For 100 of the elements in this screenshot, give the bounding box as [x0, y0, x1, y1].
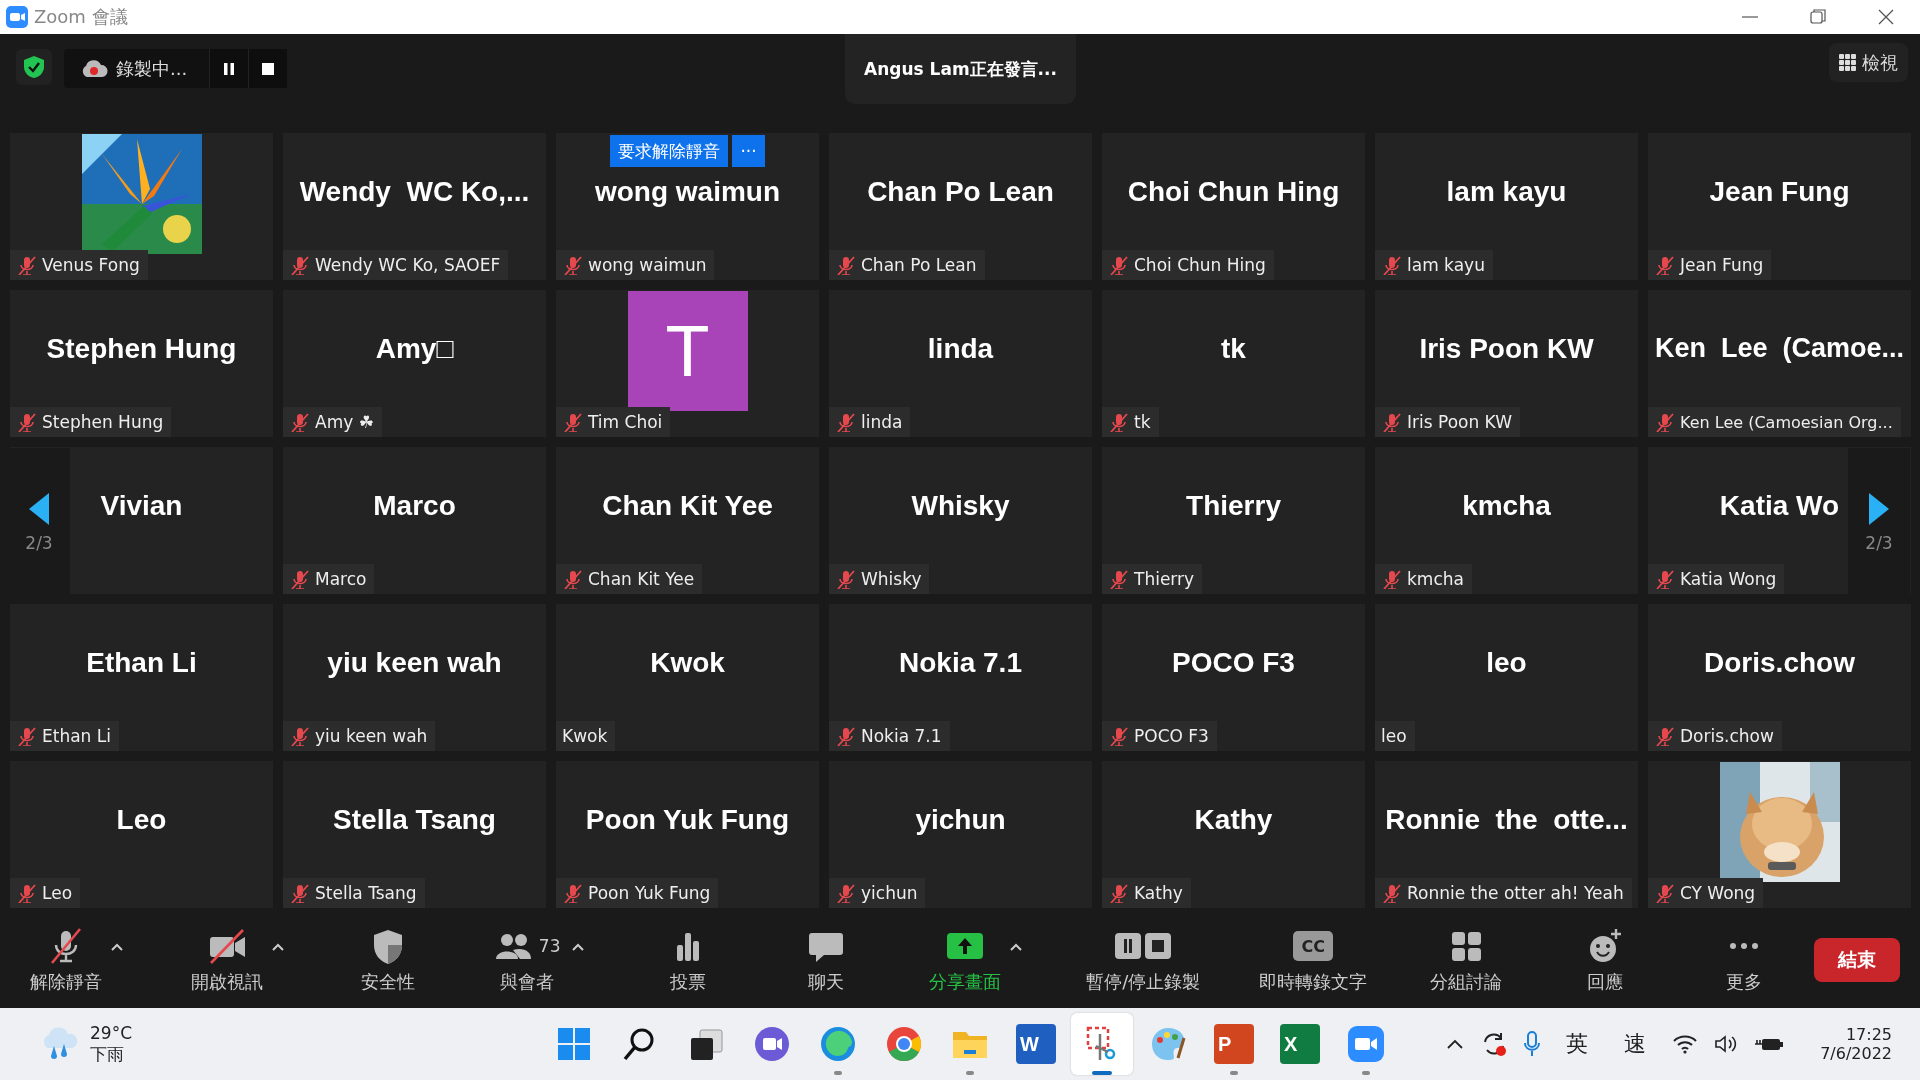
name-label: Kathy: [1102, 878, 1191, 908]
participant-name: Leo: [116, 803, 167, 836]
participant-name: Chan Kit Yee: [602, 489, 773, 522]
name-label: Leo: [10, 878, 81, 908]
toolbar-button[interactable]: 分享畫面: [915, 926, 1016, 994]
stop-button[interactable]: [248, 49, 288, 88]
taskbar-app[interactable]: P: [1203, 1013, 1265, 1075]
taskbar-app[interactable]: W: [1005, 1013, 1067, 1075]
video-camera-icon: [1346, 1024, 1386, 1064]
more-icon: [1728, 942, 1759, 950]
toolbar-button[interactable]: 更多: [1693, 926, 1794, 994]
participant-name: Ronnie the otte...: [1385, 803, 1628, 836]
participant-name: kmcha: [1462, 489, 1551, 522]
input-language[interactable]: 英: [1566, 1029, 1589, 1059]
name-label: Chan Kit Yee: [556, 564, 703, 594]
input-mode[interactable]: 速: [1624, 1029, 1647, 1059]
view-button[interactable]: 檢視: [1829, 43, 1908, 82]
participant-name: tk: [1221, 332, 1246, 365]
name-label: Ethan Li: [10, 721, 119, 751]
stop-icon: [262, 62, 275, 75]
participant-name: Amy□: [375, 332, 454, 365]
clock-time[interactable]: 17:25: [1845, 1025, 1892, 1044]
avatar: T: [627, 291, 748, 411]
name-label: Whisky: [829, 564, 930, 594]
shield-check-icon: [23, 55, 45, 79]
name-label: Chan Po Lean: [829, 250, 985, 280]
name-label: Poon Yuk Fung: [556, 878, 719, 908]
participant-name: yichun: [915, 803, 1006, 836]
window-title: Zoom 會議: [34, 5, 128, 29]
participant-name: Wendy WC Ko,...: [299, 175, 530, 208]
name-label: tk: [1102, 407, 1159, 437]
wifi-icon[interactable]: [1672, 1034, 1699, 1054]
previous-page-icon[interactable]: [27, 490, 51, 527]
name-label: Amy ☘: [283, 407, 382, 437]
participant-name: Ethan Li: [86, 646, 197, 679]
toolbar-button[interactable]: 開啟視訊: [176, 926, 277, 994]
next-page-icon[interactable]: [1867, 490, 1891, 527]
name-label: leo: [1375, 721, 1415, 751]
participant-name: POCO F3: [1172, 646, 1295, 679]
name-label: Kwok: [556, 721, 616, 751]
name-label: Choi Chun Hing: [1102, 250, 1274, 280]
participant-name: Chan Po Lean: [867, 175, 1054, 208]
captions-icon: CC: [1293, 931, 1334, 961]
toolbar-button[interactable]: 投票: [637, 926, 738, 994]
more-button[interactable]: ···: [732, 135, 765, 167]
participant-name: Stephen Hung: [46, 332, 237, 365]
participant-name: Nokia 7.1: [899, 646, 1022, 679]
volume-icon[interactable]: [1714, 1034, 1739, 1054]
name-label: kmcha: [1375, 564, 1472, 594]
temperature: 29°C: [90, 1022, 132, 1043]
speaker-banner: Angus Lam正在發言...: [845, 34, 1076, 104]
recording-status: 錄製中...: [116, 56, 188, 81]
name-label: yiu keen wah: [283, 721, 436, 751]
security-badge[interactable]: [16, 49, 52, 85]
toolbar-button[interactable]: 暫停/停止錄製: [1076, 926, 1211, 994]
name-label: Doris.chow: [1648, 721, 1782, 751]
toolbar-button[interactable]: 73 與會者: [476, 926, 577, 994]
name-label: Stephen Hung: [10, 407, 172, 437]
name-label: Jean Fung: [1648, 250, 1772, 280]
video-chat-icon: [752, 1024, 792, 1064]
participant-name: Stella Tsang: [333, 803, 496, 836]
caret-icon[interactable]: [1446, 1038, 1465, 1050]
taskbar-app[interactable]: X: [1269, 1013, 1331, 1075]
participant-name: Marco: [373, 489, 456, 522]
participant-name: linda: [927, 332, 994, 365]
pause-icon: [223, 62, 236, 75]
participant-name: Katia Wo: [1719, 489, 1840, 522]
name-label: Stella Tsang: [283, 878, 425, 908]
document-icon: W: [1016, 1024, 1056, 1064]
participant-name: Kwok: [650, 646, 725, 679]
participant-name: yiu keen wah: [327, 646, 502, 679]
toolbar-button[interactable]: 聊天: [776, 926, 877, 994]
name-label: Ronnie the otter ah! Yeah: [1375, 878, 1632, 908]
participant-name: lam kayu: [1446, 175, 1567, 208]
toolbar-button[interactable]: 回應: [1555, 926, 1655, 994]
toolbar-button[interactable]: 分組討論: [1416, 926, 1517, 994]
toolbar-button[interactable]: CC 即時轉錄文字: [1249, 926, 1378, 994]
name-label: yichun: [829, 878, 926, 908]
participant-name: Thierry: [1186, 489, 1281, 522]
page-indicator: 2/3: [25, 532, 53, 553]
participant-name: Whisky: [911, 489, 1010, 522]
participant-name: Choi Chun Hing: [1127, 175, 1340, 208]
name-label: CY Wong: [1648, 878, 1764, 908]
toolbar-button[interactable]: 解除靜音: [16, 926, 116, 994]
end-meeting-button[interactable]: 結束: [1814, 938, 1900, 982]
page-indicator: 2/3: [1865, 532, 1893, 553]
ask-unmute-button[interactable]: 要求解除靜音: [610, 135, 729, 167]
participant-name: wong waimun: [594, 175, 781, 208]
microphone-icon[interactable]: [1524, 1031, 1541, 1057]
participant-name: Iris Poon KW: [1419, 332, 1594, 365]
toolbar-button[interactable]: 安全性: [337, 926, 438, 994]
name-label: Ken Lee (Camoesian Org...: [1648, 407, 1901, 437]
clock-date[interactable]: 7/6/2022: [1820, 1044, 1892, 1063]
slides-icon: P: [1214, 1024, 1254, 1064]
cloud-record-icon: [80, 58, 108, 79]
participant-name: Ken Lee (Camoe...: [1654, 333, 1905, 364]
participant-name: Vivian: [100, 489, 183, 522]
name-label: Katia Wong: [1648, 564, 1785, 594]
name-label: Marco: [283, 564, 375, 594]
weather-condition: 下雨: [90, 1042, 125, 1066]
